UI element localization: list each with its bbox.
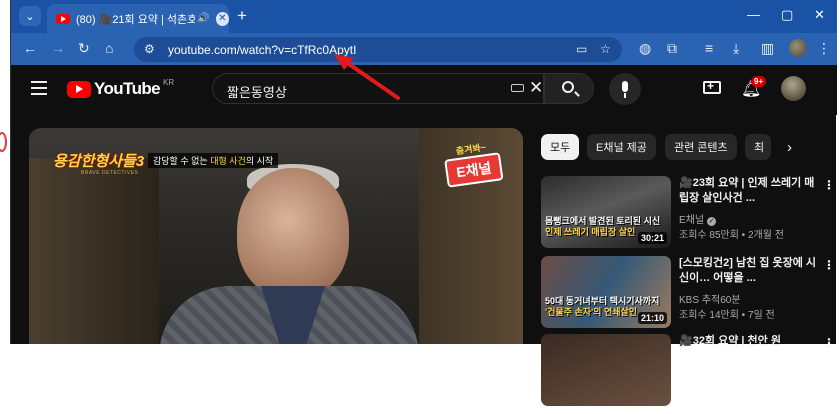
address-bar[interactable]: ⚙ youtube.com/watch?v=cTfRc0ApytI ▭ ☆: [134, 37, 622, 62]
channel-sticker: 춤겨봐~ E채널: [442, 138, 504, 189]
video-title[interactable]: 🎥32회 요약 | 천안 원: [679, 334, 821, 349]
minimize-button[interactable]: —: [747, 7, 760, 22]
video-thumbnail[interactable]: 몸뻥크에서 발견된 토리된 시신 인제 쓰레기 매립장 살인 30:21: [541, 176, 671, 248]
video-duration: 21:10: [637, 312, 667, 324]
video-thumbnail[interactable]: [541, 334, 671, 406]
video-player[interactable]: 용감한형사들3 BRAVE DETECTIVES 감당할 수 없는 대형 사건의…: [29, 128, 523, 344]
browser-toolbar: ← → ↻ ⌂ ⚙ youtube.com/watch?v=cTfRc0Apyt…: [11, 33, 837, 65]
download-icon[interactable]: ⤓: [733, 40, 739, 57]
globe-icon[interactable]: ◍: [639, 40, 651, 57]
chip-echannel[interactable]: E채널 제공: [587, 134, 656, 160]
more-menu-icon[interactable]: ⋮: [817, 40, 831, 57]
hamburger-menu-icon[interactable]: [31, 81, 47, 99]
search-icon: [562, 81, 574, 93]
recommended-video[interactable]: 50대 동거녀부터 택시기사까지 '건물주 손자'의 연쇄살인 21:10 [스모…: [541, 256, 835, 336]
create-video-icon[interactable]: [703, 79, 721, 94]
browser-window: ⌄ (80) 🎥21회 요약 | 석촌호 🔊 ✕ + — ▢ ✕ ← → ↻ ⌂…: [10, 0, 837, 406]
show-logo-subtitle: BRAVE DETECTIVES: [81, 170, 139, 176]
media-controls-icon[interactable]: ≡: [705, 40, 713, 56]
tab-youtube[interactable]: (80) 🎥21회 요약 | 석촌호 🔊 ✕: [47, 4, 229, 33]
site-info-icon[interactable]: ⚙: [144, 42, 155, 56]
notification-badge: 9+: [751, 76, 767, 87]
side-panel-icon[interactable]: ▥: [761, 40, 774, 57]
voice-search-icon[interactable]: [609, 73, 641, 105]
video-thumbnail[interactable]: 50대 동거녀부터 택시기사까지 '건물주 손자'의 연쇄살인 21:10: [541, 256, 671, 328]
back-arrow-icon[interactable]: ←: [23, 40, 37, 56]
clear-search-icon[interactable]: ✕: [529, 78, 543, 98]
search-input[interactable]: 짧은동영상 ✕: [212, 73, 544, 104]
profile-avatar[interactable]: [789, 39, 807, 57]
channel-name[interactable]: KBS 추적60분: [679, 291, 741, 306]
home-icon[interactable]: ⌂: [105, 40, 113, 56]
chip-related[interactable]: 관련 콘텐츠: [665, 134, 737, 160]
video-meta: 조회수 14만회 • 7일 전: [679, 310, 775, 321]
reload-icon[interactable]: ↻: [78, 40, 90, 57]
close-window-button[interactable]: ✕: [814, 7, 825, 23]
bookmark-star-icon[interactable]: ☆: [600, 42, 611, 56]
more-options-icon[interactable]: ⋮: [823, 178, 835, 192]
chip-all[interactable]: 모두: [541, 134, 580, 160]
account-avatar[interactable]: [781, 76, 806, 101]
show-logo: 용감한형사들3: [53, 153, 145, 170]
annotation-circle-fragment: [0, 132, 7, 152]
cast-icon[interactable]: ▭: [576, 42, 587, 56]
youtube-favicon-icon: [56, 13, 70, 24]
chip-latest[interactable]: 최: [745, 134, 771, 160]
background-shelf: [29, 158, 159, 344]
tab-title: (80) 🎥21회 요약 | 석촌호: [76, 13, 196, 26]
more-options-icon[interactable]: ⋮: [823, 336, 835, 350]
speaker-icon[interactable]: 🔊: [197, 13, 209, 24]
tab-search-icon[interactable]: ⌄: [19, 6, 41, 26]
recommended-video[interactable]: 몸뻥크에서 발견된 토리된 시신 인제 쓰레기 매립장 살인 30:21 🎥23회…: [541, 176, 835, 256]
search-button[interactable]: [544, 73, 594, 104]
left-window-edge: [0, 0, 10, 344]
video-title[interactable]: 🎥23회 요약 | 인제 쓰레기 매립장 살인사건 ...: [679, 176, 821, 206]
verified-check-icon: ✓: [707, 217, 717, 226]
search-query[interactable]: 짧은동영상: [227, 82, 287, 101]
show-title-banner: 용감한형사들3 BRAVE DETECTIVES 감당할 수 없는 대형 사건의…: [53, 150, 301, 176]
video-title[interactable]: [스모킹건2] 남친 집 옷장에 시신이… 어떻을 ...: [679, 256, 821, 286]
video-meta: 조회수 85만회 • 2개월 전: [679, 230, 784, 241]
youtube-logo[interactable]: YouTube KR: [67, 78, 174, 99]
youtube-header: YouTube KR 짧은동영상 ✕ 🔔︎ 9+: [11, 65, 837, 115]
video-duration: 30:21: [637, 232, 667, 244]
tab-close-icon[interactable]: ✕: [215, 11, 229, 26]
recommended-video[interactable]: 🎥32회 요약 | 천안 원 ⋮: [541, 334, 835, 414]
forward-arrow-icon[interactable]: →: [51, 40, 65, 56]
chevron-right-icon[interactable]: ›: [787, 139, 792, 156]
person-face: [237, 168, 349, 298]
youtube-play-icon: [67, 80, 91, 98]
tab-strip: ⌄ (80) 🎥21회 요약 | 석촌호 🔊 ✕ + — ▢ ✕: [11, 0, 837, 33]
keyboard-icon[interactable]: [511, 84, 524, 92]
url-text[interactable]: youtube.com/watch?v=cTfRc0ApytI: [168, 43, 356, 57]
maximize-button[interactable]: ▢: [781, 7, 793, 23]
new-tab-button[interactable]: +: [237, 6, 247, 26]
channel-name[interactable]: E채널 ✓: [679, 211, 717, 226]
extensions-icon[interactable]: ⧉: [667, 40, 677, 57]
more-options-icon[interactable]: ⋮: [823, 258, 835, 272]
episode-caption: 감당할 수 없는 대형 사건의 시작: [148, 153, 279, 168]
